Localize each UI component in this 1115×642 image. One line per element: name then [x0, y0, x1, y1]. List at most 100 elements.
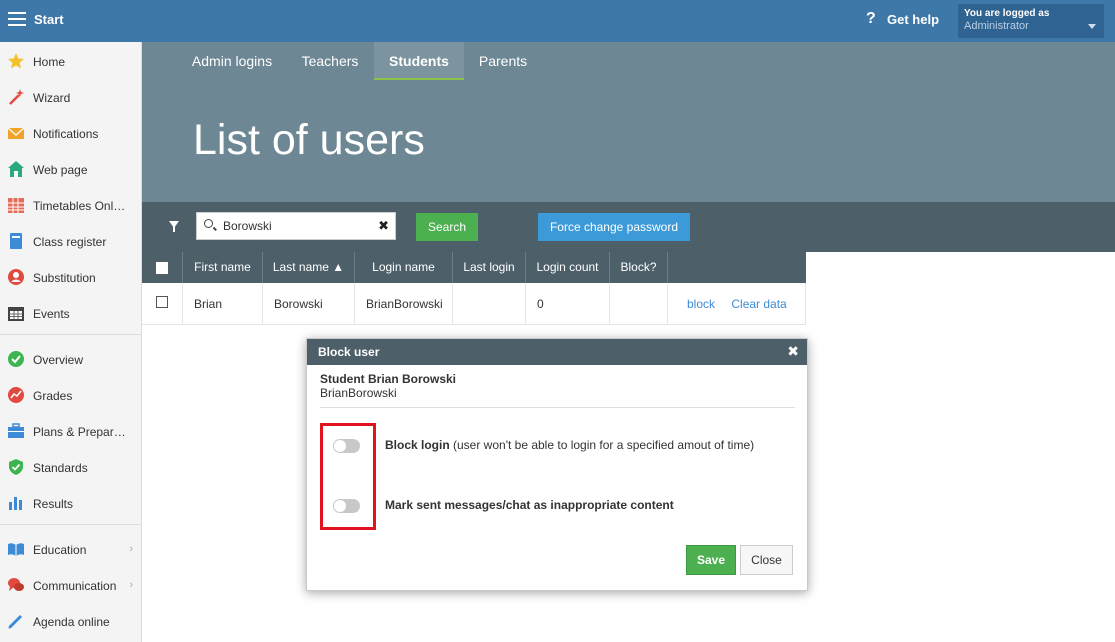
dialog-title: Block user — [318, 345, 380, 359]
sidebar-item-timetables[interactable]: Timetables Onl… — [0, 189, 141, 219]
block-link[interactable]: block — [687, 297, 715, 311]
sidebar-item-label: Overview — [33, 353, 84, 367]
column-actions — [668, 252, 806, 283]
sidebar-item-home[interactable]: Home — [0, 45, 141, 75]
shield-check-icon — [9, 459, 23, 475]
search-button[interactable]: Search — [416, 213, 478, 241]
search-field[interactable]: ✖ — [196, 212, 396, 240]
sidebar-item-notifications[interactable]: Notifications — [0, 117, 141, 147]
pencil-icon — [8, 614, 23, 629]
close-button[interactable]: Close — [740, 545, 793, 575]
inappropriate-content-label: Mark sent messages/chat as inappropriate… — [385, 498, 674, 512]
sidebar-item-wizard[interactable]: Wizard — [0, 81, 141, 111]
user-menu[interactable]: You are logged as Administrator — [958, 4, 1104, 38]
table-row: Brian Borowski BrianBorowski 0 block Cle… — [142, 283, 806, 325]
block-login-option: Block login (user won't be able to login… — [385, 438, 754, 452]
select-all-checkbox[interactable] — [156, 262, 168, 274]
sidebar-item-label: Plans & Prepar… — [33, 425, 126, 439]
tab-teachers[interactable]: Teachers — [290, 42, 370, 80]
dialog-divider — [320, 407, 795, 408]
block-user-dialog: Block user ✖ Student Brian Borowski Bria… — [306, 338, 808, 591]
column-first-name[interactable]: First name — [183, 252, 263, 283]
sidebar-item-standards[interactable]: Standards — [0, 451, 141, 481]
chevron-down-icon — [1088, 24, 1096, 29]
sidebar-item-substitution[interactable]: Substitution — [0, 261, 141, 291]
sidebar-item-plans[interactable]: Plans & Prepar… — [0, 415, 141, 445]
start-link[interactable]: Start — [34, 12, 64, 27]
open-book-icon — [8, 543, 24, 556]
column-block[interactable]: Block? — [610, 252, 668, 283]
book-icon — [10, 233, 22, 249]
close-icon[interactable]: ✖ — [787, 343, 799, 360]
sidebar-divider — [0, 334, 141, 335]
page-title: List of users — [193, 116, 425, 164]
row-select-cell — [142, 283, 183, 325]
sidebar-item-label: Home — [33, 55, 66, 69]
sidebar-item-results[interactable]: Results — [0, 487, 141, 517]
filter-icon[interactable] — [169, 221, 179, 232]
sidebar-item-overview[interactable]: Overview — [0, 343, 141, 373]
top-bar: Start ? Get help You are logged as Admin… — [0, 0, 1115, 42]
sidebar-item-communication[interactable]: Communication › — [0, 569, 141, 599]
clear-icon[interactable]: ✖ — [378, 218, 389, 234]
sidebar-item-label: Notifications — [33, 127, 99, 141]
sidebar-item-label: Grades — [33, 389, 73, 403]
envelope-icon — [7, 127, 25, 139]
select-all-cell — [142, 252, 183, 283]
tab-parents[interactable]: Parents — [468, 42, 538, 80]
table-header: First name Last name ▲ Login name Last l… — [142, 252, 806, 283]
sidebar-item-web-page[interactable]: Web page — [0, 153, 141, 183]
sidebar-item-label: Results — [33, 497, 74, 511]
sidebar: Home Wizard Notifications Web page Timet… — [0, 42, 142, 642]
cell-actions: block Clear data — [668, 283, 806, 325]
cell-first-name: Brian — [183, 283, 263, 325]
star-icon — [8, 53, 24, 69]
cell-last-login — [453, 283, 526, 325]
student-name: Student Brian Borowski — [320, 372, 457, 386]
chat-bubbles-icon — [8, 578, 24, 591]
inappropriate-content-toggle[interactable] — [333, 499, 360, 513]
menu-icon[interactable] — [8, 12, 26, 26]
sidebar-item-agenda[interactable]: Agenda online — [0, 605, 141, 635]
block-login-label: Block login — [385, 438, 450, 452]
sidebar-item-grades[interactable]: Grades — [0, 379, 141, 409]
briefcase-icon — [8, 423, 24, 438]
sidebar-item-label: Education — [33, 543, 87, 557]
get-help-link[interactable]: Get help — [887, 12, 939, 27]
sidebar-item-label: Communication — [33, 579, 117, 593]
magic-wand-icon — [9, 89, 24, 105]
column-login-name[interactable]: Login name — [355, 252, 453, 283]
dialog-header: Block user ✖ — [307, 339, 807, 365]
save-button[interactable]: Save — [686, 545, 736, 575]
cell-last-name: Borowski — [263, 283, 355, 325]
sidebar-item-class-register[interactable]: Class register — [0, 225, 141, 255]
force-change-password-button[interactable]: Force change password — [538, 213, 690, 241]
tab-admin-logins[interactable]: Admin logins — [178, 42, 286, 80]
person-icon — [8, 269, 24, 285]
tab-students[interactable]: Students — [374, 42, 464, 80]
block-login-toggle[interactable] — [333, 439, 360, 453]
sidebar-item-events[interactable]: Events — [0, 297, 141, 327]
cell-block — [610, 283, 668, 325]
column-last-login[interactable]: Last login — [453, 252, 526, 283]
chevron-right-icon: › — [129, 579, 133, 591]
sidebar-item-education[interactable]: Education › — [0, 533, 141, 563]
cell-login-count: 0 — [526, 283, 610, 325]
column-login-count[interactable]: Login count — [526, 252, 610, 283]
page-header: Admin logins Teachers Students Parents L… — [142, 42, 1115, 202]
search-input[interactable] — [223, 217, 373, 235]
sidebar-divider — [0, 524, 141, 525]
question-icon[interactable]: ? — [866, 10, 876, 28]
cell-login-name: BrianBorowski — [355, 283, 453, 325]
house-icon — [8, 161, 24, 177]
logged-as-label: You are logged as — [964, 8, 1050, 19]
sidebar-item-label: Timetables Onl… — [33, 199, 126, 213]
clear-data-link[interactable]: Clear data — [731, 297, 786, 311]
sidebar-item-label: Substitution — [33, 271, 96, 285]
sidebar-item-label: Web page — [33, 163, 88, 177]
inappropriate-content-option: Mark sent messages/chat as inappropriate… — [385, 498, 674, 512]
sidebar-item-label: Events — [33, 307, 70, 321]
row-checkbox[interactable] — [156, 296, 168, 308]
column-last-name[interactable]: Last name ▲ — [263, 252, 355, 283]
calendar-icon — [8, 307, 24, 321]
